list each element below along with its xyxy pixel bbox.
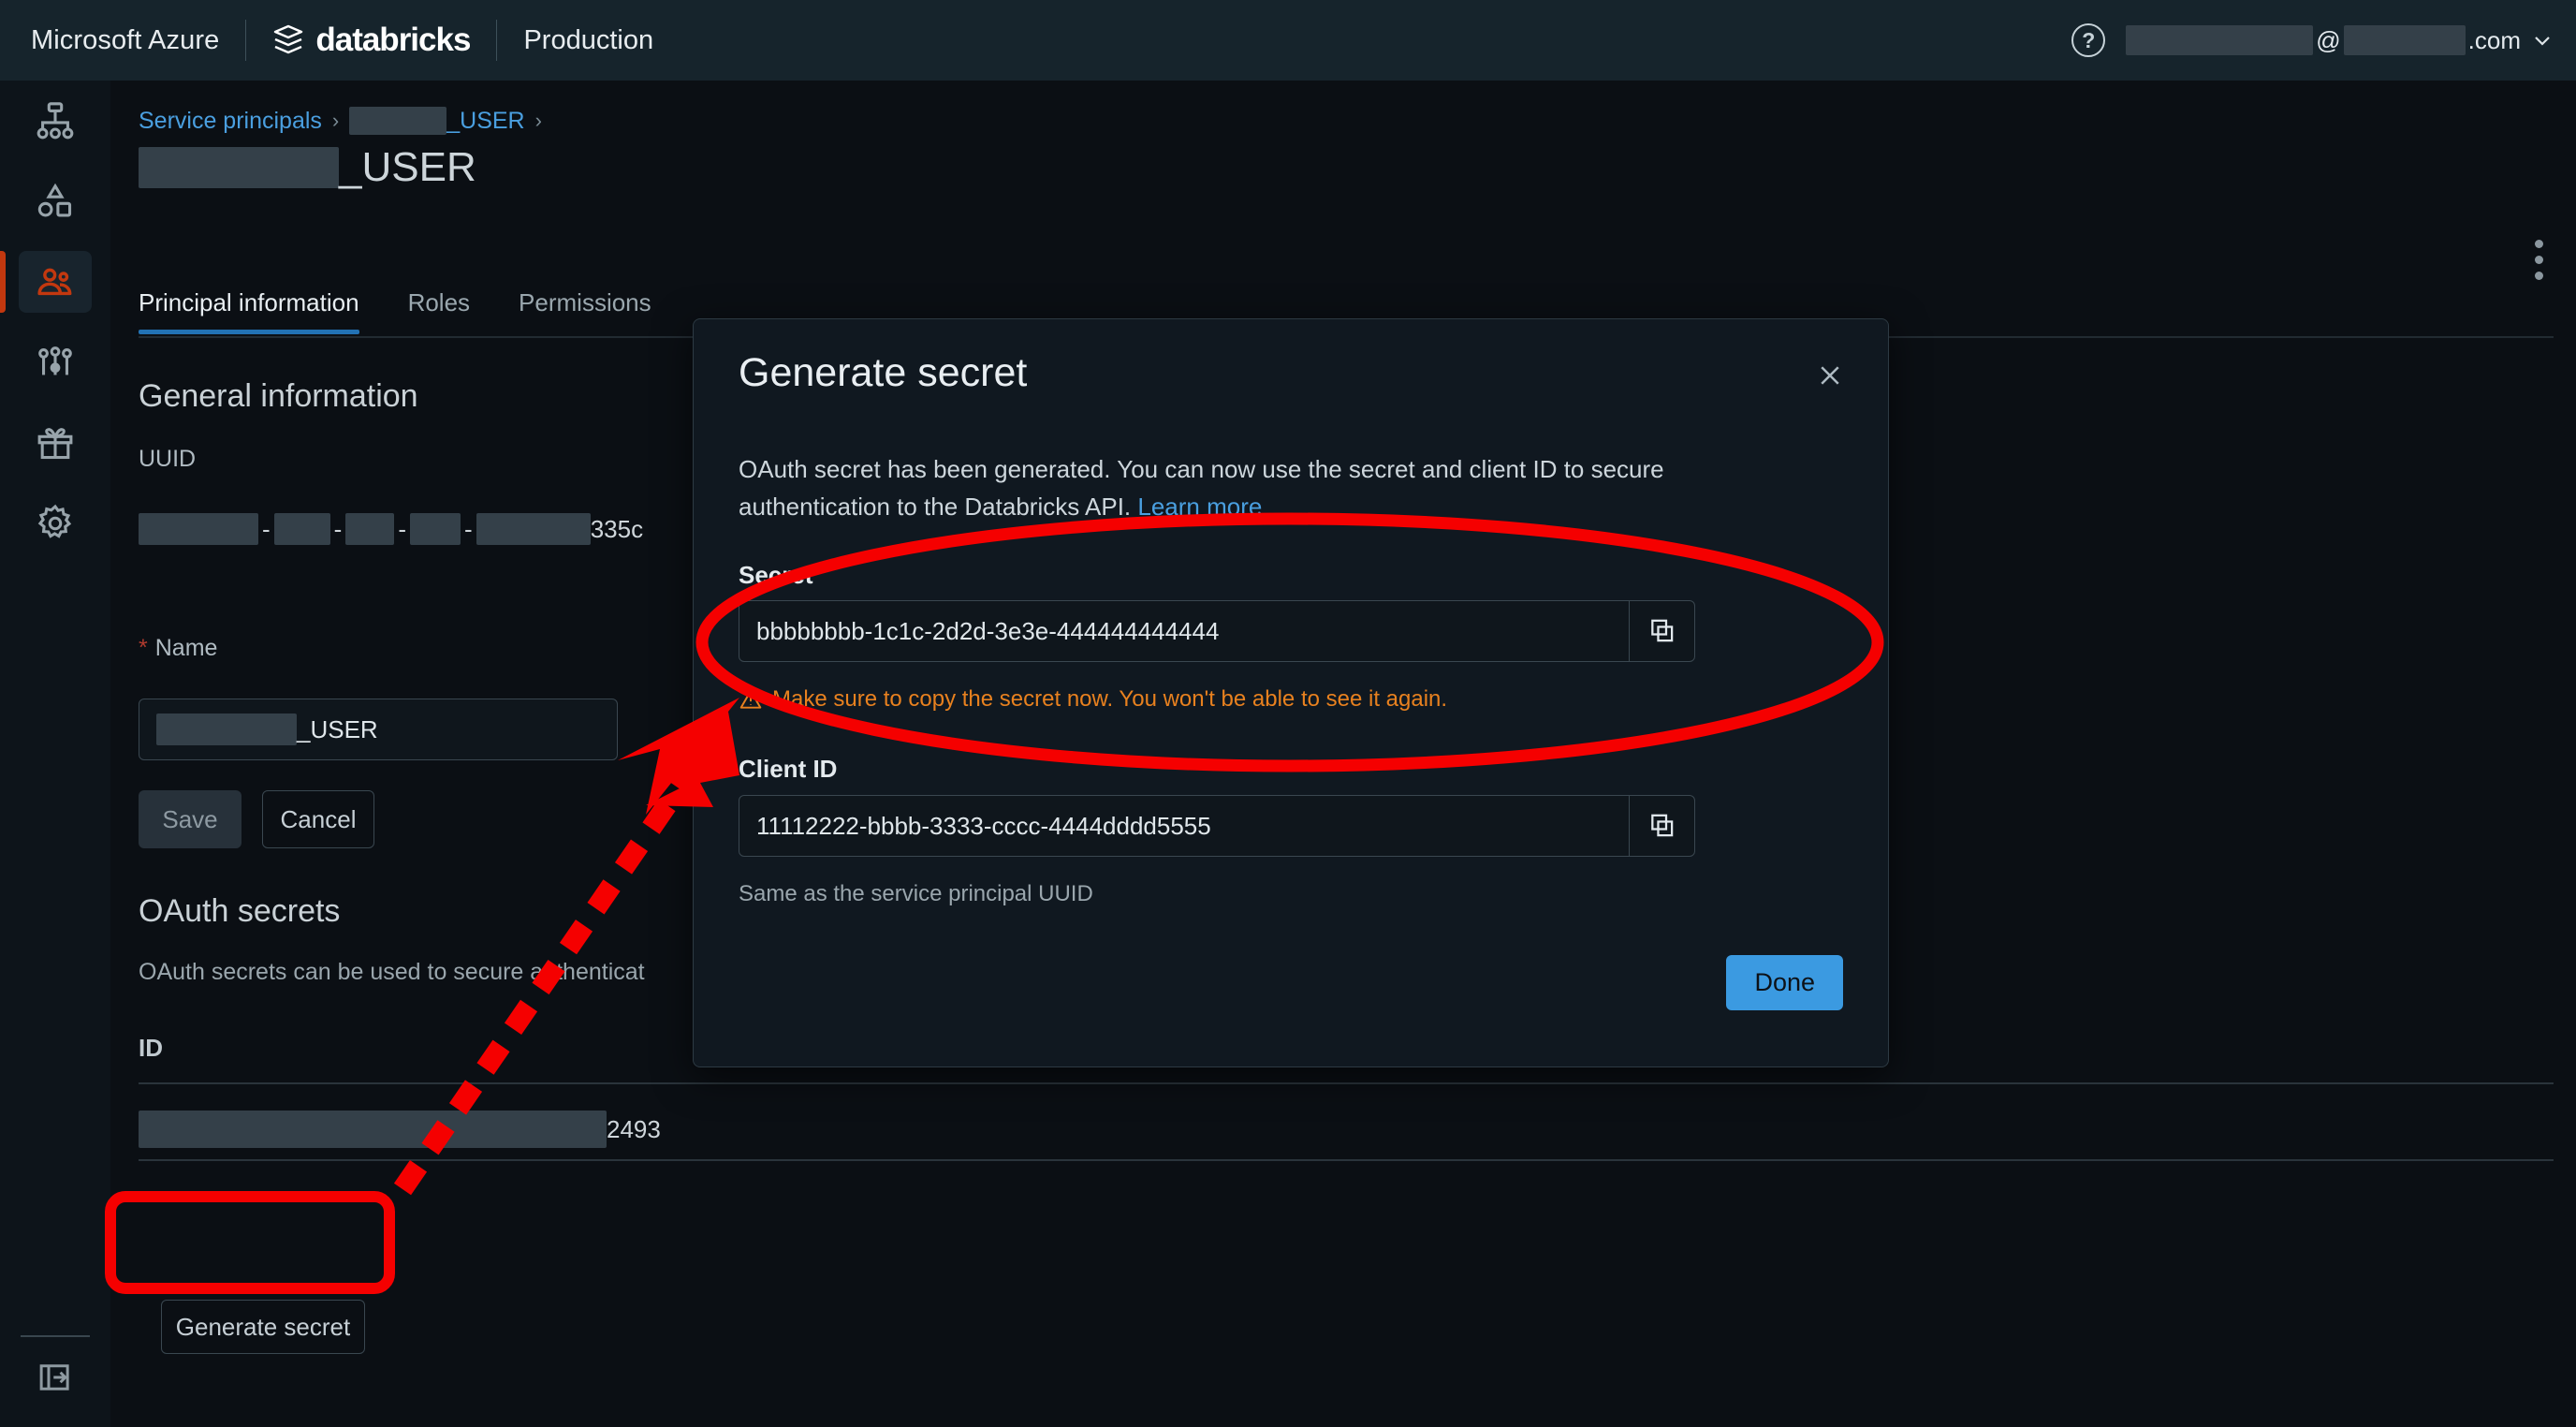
required-marker: * bbox=[139, 635, 148, 661]
databricks-logo[interactable]: databricks bbox=[272, 22, 471, 59]
warning-triangle-icon bbox=[739, 689, 762, 709]
sidebar-divider bbox=[21, 1335, 90, 1337]
table-rule-bottom bbox=[139, 1159, 2554, 1161]
page-title-redacted bbox=[139, 147, 339, 188]
databricks-mark-icon bbox=[274, 24, 303, 54]
table-column-id: ID bbox=[139, 1034, 163, 1062]
client-id-value[interactable]: 11112222-bbbb-3333-cccc-4444dddd5555 bbox=[739, 812, 1629, 841]
page-title-suffix: _USER bbox=[339, 144, 476, 190]
sidebar-item-controls[interactable] bbox=[0, 322, 110, 403]
sidebar-item-workflows[interactable] bbox=[0, 81, 110, 161]
oauth-secrets-heading: OAuth secrets bbox=[139, 893, 341, 929]
secret-value[interactable]: bbbbbbbb-1c1c-2d2d-3e3e-444444444444 bbox=[739, 617, 1629, 646]
account-at: @ bbox=[2316, 25, 2341, 54]
general-information-heading: General information bbox=[139, 378, 418, 414]
close-button[interactable] bbox=[1809, 355, 1851, 396]
users-icon bbox=[37, 268, 72, 296]
copy-secret-button[interactable] bbox=[1629, 601, 1694, 661]
chevron-down-icon bbox=[2535, 37, 2550, 46]
client-id-help-text: Same as the service principal UUID bbox=[739, 881, 1093, 906]
topbar-right: ? @ .com bbox=[2071, 23, 2554, 57]
sidebar-item-settings[interactable] bbox=[0, 483, 110, 564]
page-title: _USER bbox=[139, 144, 476, 191]
workflows-icon bbox=[37, 102, 74, 140]
save-button[interactable]: Save bbox=[139, 790, 242, 848]
name-value-redacted bbox=[156, 714, 297, 745]
table-row[interactable]: 2493 bbox=[139, 1101, 661, 1157]
sidebar-bottom bbox=[0, 1322, 110, 1427]
sidebar-item-catalog[interactable] bbox=[0, 161, 110, 242]
name-label: * Name bbox=[139, 635, 217, 662]
breadcrumb-redacted bbox=[349, 107, 447, 135]
name-label-text: Name bbox=[154, 635, 218, 661]
uuid-visible-tail: 335c bbox=[590, 514, 644, 543]
sliders-icon bbox=[38, 346, 72, 375]
app-root: Microsoft Azure databricks Production ? … bbox=[0, 0, 2576, 1427]
table-rule-top bbox=[139, 1082, 2554, 1084]
copy-icon bbox=[1650, 619, 1673, 642]
generate-secret-button[interactable]: Generate secret bbox=[161, 1300, 365, 1354]
dialog-description: OAuth secret has been generated. You can… bbox=[739, 450, 1712, 525]
breadcrumb-current[interactable]: _USER bbox=[349, 107, 525, 135]
uuid-label: UUID bbox=[139, 446, 197, 472]
topbar-divider-1 bbox=[245, 20, 247, 61]
account-user-redacted bbox=[2126, 25, 2314, 55]
breadcrumb-separator-2: › bbox=[534, 109, 542, 132]
name-input[interactable]: _USER bbox=[139, 699, 618, 760]
uuid-redacted-1 bbox=[139, 513, 258, 545]
tab-bar: Principal information Roles Permissions bbox=[139, 288, 700, 334]
uuid-redacted-4 bbox=[410, 513, 461, 545]
gift-icon bbox=[37, 428, 73, 460]
close-icon bbox=[1821, 366, 1839, 385]
workspace-name[interactable]: Production bbox=[523, 25, 653, 56]
client-id-label: Client ID bbox=[739, 755, 838, 783]
left-sidebar bbox=[0, 81, 110, 1427]
done-button[interactable]: Done bbox=[1726, 955, 1843, 1010]
generate-secret-dialog: Generate secret OAuth secret has been ge… bbox=[693, 318, 1889, 1067]
topbar-divider-2 bbox=[496, 20, 498, 61]
secret-label: Secret bbox=[739, 561, 813, 589]
client-id-field[interactable]: 11112222-bbbb-3333-cccc-4444dddd5555 bbox=[739, 795, 1695, 857]
account-domain-redacted bbox=[2343, 25, 2466, 55]
learn-more-link[interactable]: Learn more bbox=[1137, 493, 1262, 521]
copy-icon bbox=[1650, 814, 1673, 837]
breadcrumb-separator-1: › bbox=[331, 109, 340, 132]
top-bar: Microsoft Azure databricks Production ? … bbox=[0, 0, 2576, 81]
secret-field[interactable]: bbbbbbbb-1c1c-2d2d-3e3e-444444444444 bbox=[739, 600, 1695, 662]
uuid-redacted-5 bbox=[476, 513, 591, 545]
secret-id-visible-tail: 2493 bbox=[607, 1114, 661, 1143]
account-domain-suffix: .com bbox=[2467, 25, 2521, 54]
expand-sidebar-button[interactable] bbox=[0, 1345, 110, 1410]
breadcrumb-root[interactable]: Service principals bbox=[139, 108, 322, 135]
uuid-redacted-2 bbox=[273, 513, 330, 545]
dialog-title: Generate secret bbox=[739, 350, 1028, 395]
azure-label: Microsoft Azure bbox=[31, 24, 220, 55]
tab-roles[interactable]: Roles bbox=[408, 288, 470, 334]
databricks-wordmark: databricks bbox=[315, 22, 471, 58]
more-vertical-icon[interactable] bbox=[2535, 240, 2544, 287]
question-circle-icon[interactable]: ? bbox=[2071, 23, 2106, 57]
uuid-redacted-3 bbox=[345, 513, 395, 545]
expand-sidebar-icon bbox=[39, 1364, 69, 1390]
sidebar-item-identity-access[interactable] bbox=[0, 242, 110, 322]
tab-permissions[interactable]: Permissions bbox=[519, 288, 651, 334]
name-value-suffix: _USER bbox=[297, 714, 378, 743]
secret-id-redacted bbox=[139, 1111, 607, 1148]
breadcrumb-current-suffix: _USER bbox=[446, 107, 525, 134]
account-menu[interactable]: @ .com bbox=[2126, 25, 2554, 55]
secret-warning: Make sure to copy the secret now. You wo… bbox=[739, 686, 1447, 713]
secret-warning-text: Make sure to copy the secret now. You wo… bbox=[772, 686, 1448, 712]
uuid-value: - - - -335c bbox=[139, 513, 643, 545]
tab-principal-information[interactable]: Principal information bbox=[139, 288, 359, 334]
gear-icon bbox=[37, 504, 72, 538]
catalog-shapes-icon bbox=[37, 183, 72, 217]
breadcrumb: Service principals › _USER › bbox=[139, 107, 542, 135]
oauth-secrets-description: OAuth secrets can be used to secure auth… bbox=[139, 959, 645, 985]
copy-client-id-button[interactable] bbox=[1629, 796, 1694, 856]
sidebar-item-previews[interactable] bbox=[0, 403, 110, 483]
cancel-button[interactable]: Cancel bbox=[262, 790, 374, 848]
